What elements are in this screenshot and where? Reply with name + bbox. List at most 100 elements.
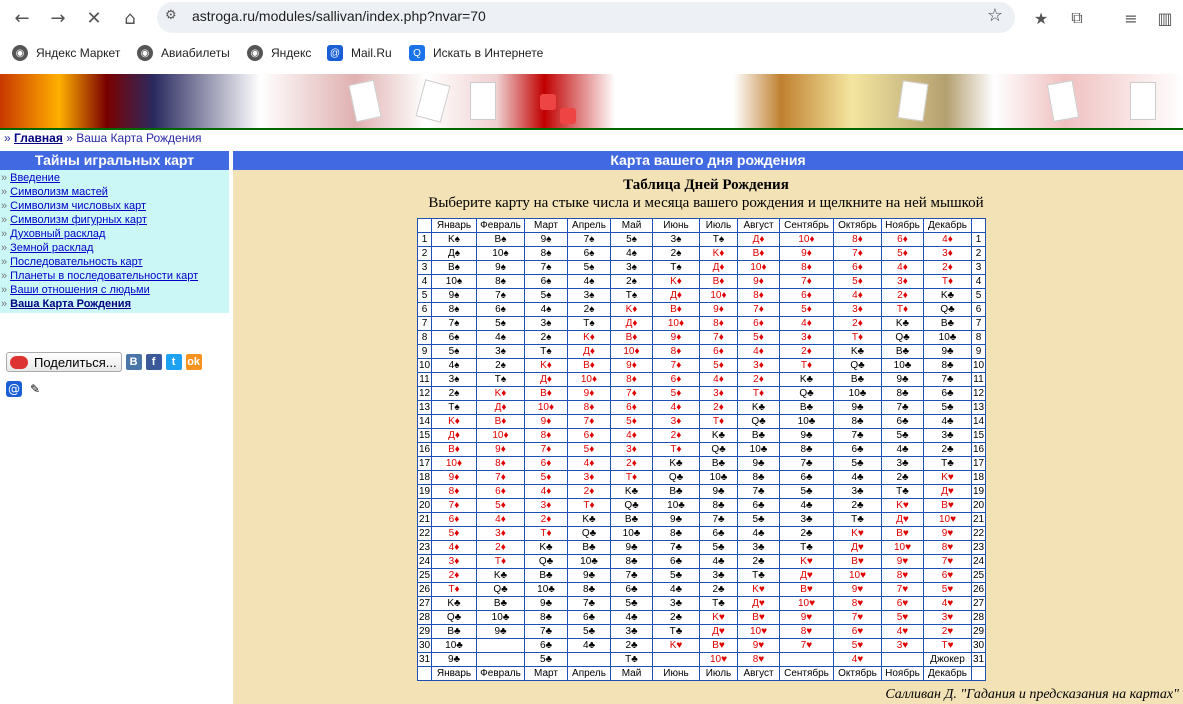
card-cell[interactable]: В♣ <box>737 428 780 443</box>
card-cell[interactable]: 3♦ <box>652 414 700 429</box>
card-cell[interactable]: 5♠ <box>567 260 611 275</box>
card-cell[interactable]: 10♦ <box>737 260 780 275</box>
card-cell[interactable]: 8♦ <box>779 260 834 275</box>
card-cell[interactable]: 7♥ <box>923 554 972 569</box>
card-cell[interactable]: Д♦ <box>476 400 525 415</box>
card-cell[interactable]: 5♦ <box>431 526 477 541</box>
card-cell[interactable]: 6♣ <box>699 526 738 541</box>
card-cell[interactable]: 4♣ <box>610 610 653 625</box>
card-cell[interactable]: 5♦ <box>881 246 924 261</box>
card-cell[interactable]: Т♠ <box>524 344 568 359</box>
card-cell[interactable]: 9♥ <box>923 526 972 541</box>
card-cell[interactable]: 9♣ <box>652 512 700 527</box>
card-cell[interactable]: K♣ <box>779 372 834 387</box>
card-cell[interactable]: 8♦ <box>610 372 653 387</box>
facebook-icon[interactable]: f <box>145 354 162 370</box>
card-cell[interactable]: 5♦ <box>833 274 882 289</box>
card-cell[interactable]: K♦ <box>699 246 738 261</box>
card-cell[interactable]: 6♦ <box>567 428 611 443</box>
card-cell[interactable]: 7♦ <box>431 498 477 513</box>
card-cell[interactable]: Т♠ <box>699 232 738 247</box>
card-cell[interactable]: 10♣ <box>881 358 924 373</box>
card-cell[interactable]: 8♣ <box>923 358 972 373</box>
card-cell[interactable]: 9♦ <box>524 414 568 429</box>
card-cell[interactable]: Q♣ <box>881 330 924 345</box>
card-cell[interactable]: В♦ <box>737 246 780 261</box>
card-cell[interactable]: Т♦ <box>833 330 882 345</box>
card-cell[interactable]: 8♦ <box>737 288 780 303</box>
card-cell[interactable]: 9♣ <box>567 568 611 583</box>
card-cell[interactable]: 7♣ <box>779 456 834 471</box>
card-cell[interactable]: В♥ <box>881 526 924 541</box>
card-cell[interactable]: 10♣ <box>652 498 700 513</box>
card-cell[interactable]: 8♣ <box>833 414 882 429</box>
card-cell[interactable]: K♣ <box>881 316 924 331</box>
card-cell[interactable]: В♣ <box>567 540 611 555</box>
stop-icon[interactable]: ✕ <box>81 5 107 31</box>
bookmark-item[interactable]: Q Искать в Интернете <box>409 45 543 61</box>
card-cell[interactable]: 6♦ <box>610 400 653 415</box>
card-cell[interactable]: Т♦ <box>779 358 834 373</box>
card-cell[interactable]: 2♦ <box>779 344 834 359</box>
card-cell[interactable]: 2♣ <box>779 526 834 541</box>
card-cell[interactable]: 10♦ <box>610 344 653 359</box>
card-cell[interactable]: 5♣ <box>881 428 924 443</box>
sidebar-item[interactable]: » Ваши отношения с людьми <box>0 283 229 297</box>
card-cell[interactable]: 6♣ <box>833 442 882 457</box>
site-settings-icon[interactable]: ⚙ <box>165 8 177 23</box>
card-cell[interactable]: 2♦ <box>431 568 477 583</box>
card-cell[interactable]: 3♠ <box>652 232 700 247</box>
card-cell[interactable]: Д♥ <box>923 484 972 499</box>
card-cell[interactable]: K♥ <box>881 498 924 513</box>
card-cell[interactable]: K♥ <box>737 582 780 597</box>
card-cell[interactable]: 9♣ <box>431 652 477 667</box>
card-cell[interactable]: 8♣ <box>652 526 700 541</box>
card-cell[interactable]: 8♣ <box>610 554 653 569</box>
card-cell[interactable]: Д♥ <box>881 512 924 527</box>
card-cell[interactable]: K♦ <box>610 302 653 317</box>
card-cell[interactable]: 3♠ <box>567 288 611 303</box>
card-cell[interactable]: 4♠ <box>610 246 653 261</box>
card-cell[interactable]: 8♦ <box>833 232 882 247</box>
card-cell[interactable]: 4♣ <box>923 414 972 429</box>
card-cell[interactable]: Т♦ <box>923 274 972 289</box>
card-cell[interactable]: 4♦ <box>699 372 738 387</box>
card-cell[interactable]: Д♦ <box>567 344 611 359</box>
card-cell[interactable]: В♦ <box>699 274 738 289</box>
card-cell[interactable]: 7♣ <box>610 568 653 583</box>
card-cell[interactable]: Д♦ <box>524 372 568 387</box>
card-cell[interactable]: 2♦ <box>610 456 653 471</box>
card-cell[interactable]: 2♠ <box>524 330 568 345</box>
card-cell[interactable]: 2♠ <box>652 246 700 261</box>
card-cell[interactable]: 10♣ <box>524 582 568 597</box>
card-cell[interactable]: Q♣ <box>610 498 653 513</box>
card-cell[interactable]: 9♦ <box>431 470 477 485</box>
card-cell[interactable]: 6♥ <box>833 624 882 639</box>
card-cell[interactable]: Т♠ <box>476 372 525 387</box>
sidebar-item[interactable]: » Ваша Карта Рождения <box>0 297 229 311</box>
card-cell[interactable]: 8♣ <box>524 610 568 625</box>
card-cell[interactable]: 7♠ <box>476 288 525 303</box>
card-cell[interactable]: 8♣ <box>567 582 611 597</box>
card-cell[interactable]: K♦ <box>431 414 477 429</box>
card-cell[interactable]: 6♣ <box>567 610 611 625</box>
card-cell[interactable]: 9♣ <box>881 372 924 387</box>
sidebar-item[interactable]: » Символизм числовых карт <box>0 199 229 213</box>
card-cell[interactable]: 2♣ <box>699 582 738 597</box>
card-cell[interactable]: K♥ <box>833 526 882 541</box>
card-cell[interactable]: 5♦ <box>567 442 611 457</box>
card-cell[interactable]: K♦ <box>524 358 568 373</box>
card-cell[interactable]: 2♦ <box>737 372 780 387</box>
card-cell[interactable]: 8♣ <box>737 470 780 485</box>
card-cell[interactable]: 10♣ <box>737 442 780 457</box>
card-cell[interactable]: K♥ <box>779 554 834 569</box>
card-cell[interactable]: K♦ <box>476 386 525 401</box>
card-cell[interactable]: 3♦ <box>610 442 653 457</box>
card-cell[interactable]: 5♦ <box>699 358 738 373</box>
card-cell[interactable]: 10♥ <box>923 512 972 527</box>
card-cell[interactable]: 6♣ <box>524 638 568 653</box>
card-cell[interactable]: 3♣ <box>699 568 738 583</box>
card-cell[interactable]: В♠ <box>431 260 477 275</box>
card-cell[interactable]: 9♥ <box>779 610 834 625</box>
card-cell[interactable]: В♠ <box>476 232 525 247</box>
